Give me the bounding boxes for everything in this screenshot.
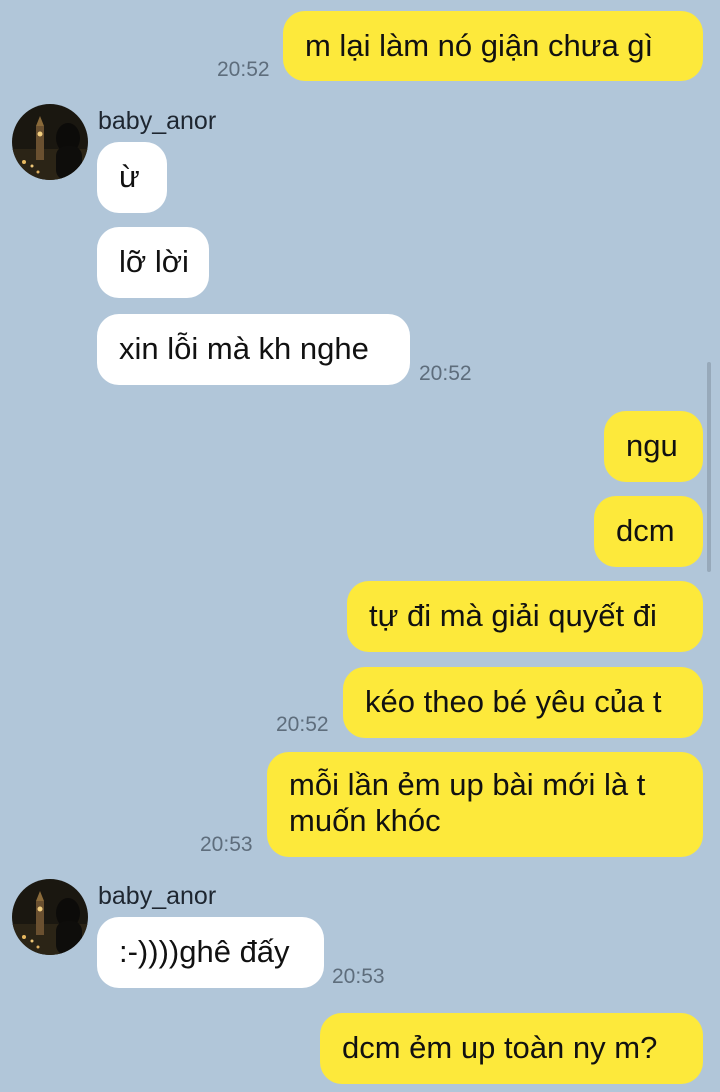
message-timestamp: 20:53 <box>200 833 253 856</box>
outgoing-message[interactable]: ngu <box>604 411 703 482</box>
message-text: :-))))ghê đấy <box>119 934 290 969</box>
message-timestamp: 20:52 <box>217 58 270 81</box>
outgoing-message[interactable]: dcm ẻm up toàn ny m? <box>320 1013 703 1084</box>
message-text-line-2: muốn khóc <box>289 803 441 838</box>
contact-name: baby_anor <box>98 882 217 910</box>
message-text: ngu <box>626 428 678 463</box>
outgoing-message[interactable]: mỗi lần ẻm up bài mới là t muốn khóc <box>267 752 703 857</box>
outgoing-message[interactable]: kéo theo bé yêu của t <box>343 667 703 738</box>
outgoing-message[interactable]: m lại làm nó giận chưa gì <box>283 11 703 81</box>
avatar-photo-icon <box>12 879 88 955</box>
incoming-message[interactable]: :-))))ghê đấy <box>97 917 324 988</box>
incoming-message[interactable]: ừ <box>97 142 167 213</box>
message-text: xin lỗi mà kh nghe <box>119 331 369 366</box>
outgoing-message[interactable]: dcm <box>594 496 703 567</box>
avatar-photo-icon <box>12 104 88 180</box>
message-text: m lại làm nó giận chưa gì <box>305 28 654 63</box>
message-text: tự đi mà giải quyết đi <box>369 598 657 633</box>
message-timestamp: 20:52 <box>419 362 472 385</box>
message-text: lỡ lời <box>119 244 189 279</box>
contact-avatar[interactable] <box>12 104 88 180</box>
incoming-message[interactable]: lỡ lời <box>97 227 209 298</box>
contact-avatar[interactable] <box>12 879 88 955</box>
outgoing-message[interactable]: tự đi mà giải quyết đi <box>347 581 703 652</box>
contact-name: baby_anor <box>98 107 217 135</box>
message-text: ừ <box>119 159 140 194</box>
message-timestamp: 20:52 <box>276 713 329 736</box>
message-text: kéo theo bé yêu của t <box>365 684 662 719</box>
message-text: dcm <box>616 513 675 548</box>
message-text: dcm ẻm up toàn ny m? <box>342 1030 658 1065</box>
message-timestamp: 20:53 <box>332 965 385 988</box>
incoming-message[interactable]: xin lỗi mà kh nghe <box>97 314 410 385</box>
message-text-line-1: mỗi lần ẻm up bài mới là t <box>289 767 646 802</box>
scrollbar[interactable] <box>707 362 711 572</box>
